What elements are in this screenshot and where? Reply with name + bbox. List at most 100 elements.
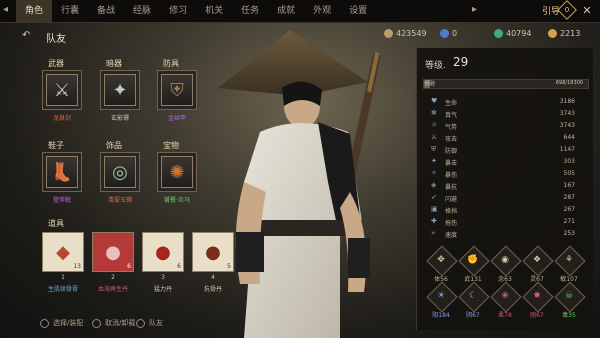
currency-silver: 423549 xyxy=(384,29,427,38)
heart-icon: ♥ xyxy=(431,97,438,105)
close-button[interactable]: ✕ xyxy=(580,4,594,18)
stat-row: ⛨ 防御 1147 xyxy=(431,145,575,155)
armor-name: 金丝甲 xyxy=(167,115,186,122)
sword-icon: ⚔ xyxy=(53,79,71,101)
back-arrow-icon[interactable]: ↶ xyxy=(22,30,30,41)
section-hidden-weapon: 暗器 xyxy=(106,59,122,68)
crit-icon: ✦ xyxy=(431,157,437,165)
tab-list: 角色 行囊 备战 经脉 修习 机关 任务 成就 外观 设置 xyxy=(16,0,376,22)
hint-teammate: 队友 xyxy=(136,318,163,328)
stat-row: ✧ 暴伤 505 xyxy=(431,169,575,179)
level-label: 等级. xyxy=(425,61,446,71)
stat-row: ✦ 暴击 303 xyxy=(431,157,575,167)
item-name-4: 抗骨丹 xyxy=(203,286,222,293)
xp-text: 698/18300 xyxy=(555,80,583,86)
section-accessory: 饰品 xyxy=(106,141,122,150)
item-slot-3[interactable]: ● 6 xyxy=(142,232,184,272)
crit-damage-icon: ✧ xyxy=(431,169,437,177)
constitution-icon: ✥ xyxy=(437,255,445,265)
accessory-name: 清翠玉镯 xyxy=(107,197,132,204)
currency-silver-value: 423549 xyxy=(396,29,427,38)
blue-drop-icon xyxy=(440,29,449,38)
treasure-slot[interactable]: ✺ xyxy=(157,152,197,192)
item-name-1: 生肌续骨膏 xyxy=(47,286,78,293)
guide-badge: 0 xyxy=(557,0,577,20)
hint-select-label: 选择/装配 xyxy=(53,319,84,327)
currency-emerald-value: 40794 xyxy=(506,29,532,38)
item-slot-4[interactable]: ● 5 xyxy=(192,232,234,272)
tab-appearance[interactable]: 外观 xyxy=(304,0,340,22)
element-label: 阴67 xyxy=(466,312,480,319)
section-weapon: 武器 xyxy=(48,59,64,68)
hidden-weapon-slot[interactable]: ✦ xyxy=(100,70,140,110)
weapon-slot[interactable]: ⚔ xyxy=(42,70,82,110)
tab-prepare[interactable]: 备战 xyxy=(88,0,124,22)
boots-icon: 👢 xyxy=(50,161,74,183)
tab-training[interactable]: 修习 xyxy=(160,0,196,22)
item-index-2: 2 xyxy=(111,274,115,281)
tab-inventory[interactable]: 行囊 xyxy=(52,0,88,22)
qi-icon: ✻ xyxy=(431,109,437,117)
item-name-3: 猛力丹 xyxy=(153,286,172,293)
section-items: 道具 xyxy=(48,219,64,228)
item-index-4: 4 xyxy=(211,274,215,281)
stat-row: ✚ 拖伤 271 xyxy=(431,217,575,227)
block-icon: ▣ xyxy=(431,205,438,213)
button-y-icon xyxy=(136,318,145,328)
aura-icon: ☼ xyxy=(431,121,438,129)
stat-row: ⚔ 攻击 644 xyxy=(431,133,575,143)
armor-slot[interactable]: ⛨ xyxy=(157,70,197,110)
stat-row: ▣ 格挡 267 xyxy=(431,205,575,215)
shoes-name: 登萍靴 xyxy=(52,197,71,204)
currency-jade-value: 0 xyxy=(452,29,458,38)
dart-icon: ✦ xyxy=(112,79,128,101)
stat-row: ➶ 闪避 287 xyxy=(431,193,575,203)
item-count: 6 xyxy=(127,263,131,270)
silver-coin-icon xyxy=(384,29,393,38)
item-slot-1[interactable]: ◆ 13 xyxy=(42,232,84,272)
element-label: 阳184 xyxy=(432,312,450,319)
xp-label: 经验 xyxy=(425,81,436,87)
nav-right-icon[interactable]: ▸ xyxy=(472,4,484,18)
poison-icon: ☠ xyxy=(564,291,574,301)
tab-mechanism[interactable]: 机关 xyxy=(196,0,232,22)
currency-gold: 2213 xyxy=(548,29,580,38)
accessory-slot[interactable]: ◎ xyxy=(100,152,140,192)
hint-select: 选择/装配 xyxy=(40,318,83,328)
item-count: 5 xyxy=(227,263,231,270)
top-nav-bar: ◂ 角色 行囊 备战 经脉 修习 机关 任务 成就 外观 设置 ▸ 引导 0 ✕ xyxy=(0,0,600,23)
hidden-weapon-name: 玄影镖 xyxy=(110,115,129,122)
guide-badge-count: 0 xyxy=(564,6,570,14)
shield-icon: ⛨ xyxy=(431,145,437,153)
item-index-1: 1 xyxy=(61,274,65,281)
item-count: 6 xyxy=(177,263,181,270)
armor-icon: ⛨ xyxy=(170,79,184,101)
hint-teammate-label: 队友 xyxy=(149,319,163,327)
spirit-icon: ❖ xyxy=(532,255,542,265)
currency-jade: 0 xyxy=(440,29,457,38)
nav-left-icon[interactable]: ◂ xyxy=(3,4,15,18)
agility-icon: ⚘ xyxy=(564,255,574,265)
hint-cancel: 取消/卸载 xyxy=(92,318,135,328)
attack-icon: ⚔ xyxy=(431,133,438,141)
tab-quests[interactable]: 任务 xyxy=(232,0,268,22)
tab-achievements[interactable]: 成就 xyxy=(268,0,304,22)
item-index-3: 3 xyxy=(161,274,165,281)
character-screen: ◂ 角色 行囊 备战 经脉 修习 机关 任务 成就 外观 设置 ▸ 引导 0 ✕… xyxy=(0,0,600,338)
currency-emerald: 40794 xyxy=(494,29,531,38)
tab-meridians[interactable]: 经脉 xyxy=(124,0,160,22)
yang-icon: ☀ xyxy=(436,291,446,301)
item-count: 13 xyxy=(73,263,81,270)
section-armor: 防具 xyxy=(163,59,179,68)
dodge-icon: ➶ xyxy=(431,193,437,201)
element-label: 刚67 xyxy=(530,312,544,319)
stat-row: » 速度 253 xyxy=(431,229,575,239)
item-slot-2[interactable]: ● 6 xyxy=(92,232,134,272)
martial-icon: ✊ xyxy=(467,255,479,265)
tab-settings[interactable]: 设置 xyxy=(340,0,376,22)
treasure-icon: ✺ xyxy=(169,161,185,183)
treasure-name: 饕餮·炎马 xyxy=(164,197,190,204)
tab-character[interactable]: 角色 xyxy=(16,0,53,22)
shoes-slot[interactable]: 👢 xyxy=(42,152,82,192)
stat-row: ✻ 真气 3743 xyxy=(431,109,575,119)
